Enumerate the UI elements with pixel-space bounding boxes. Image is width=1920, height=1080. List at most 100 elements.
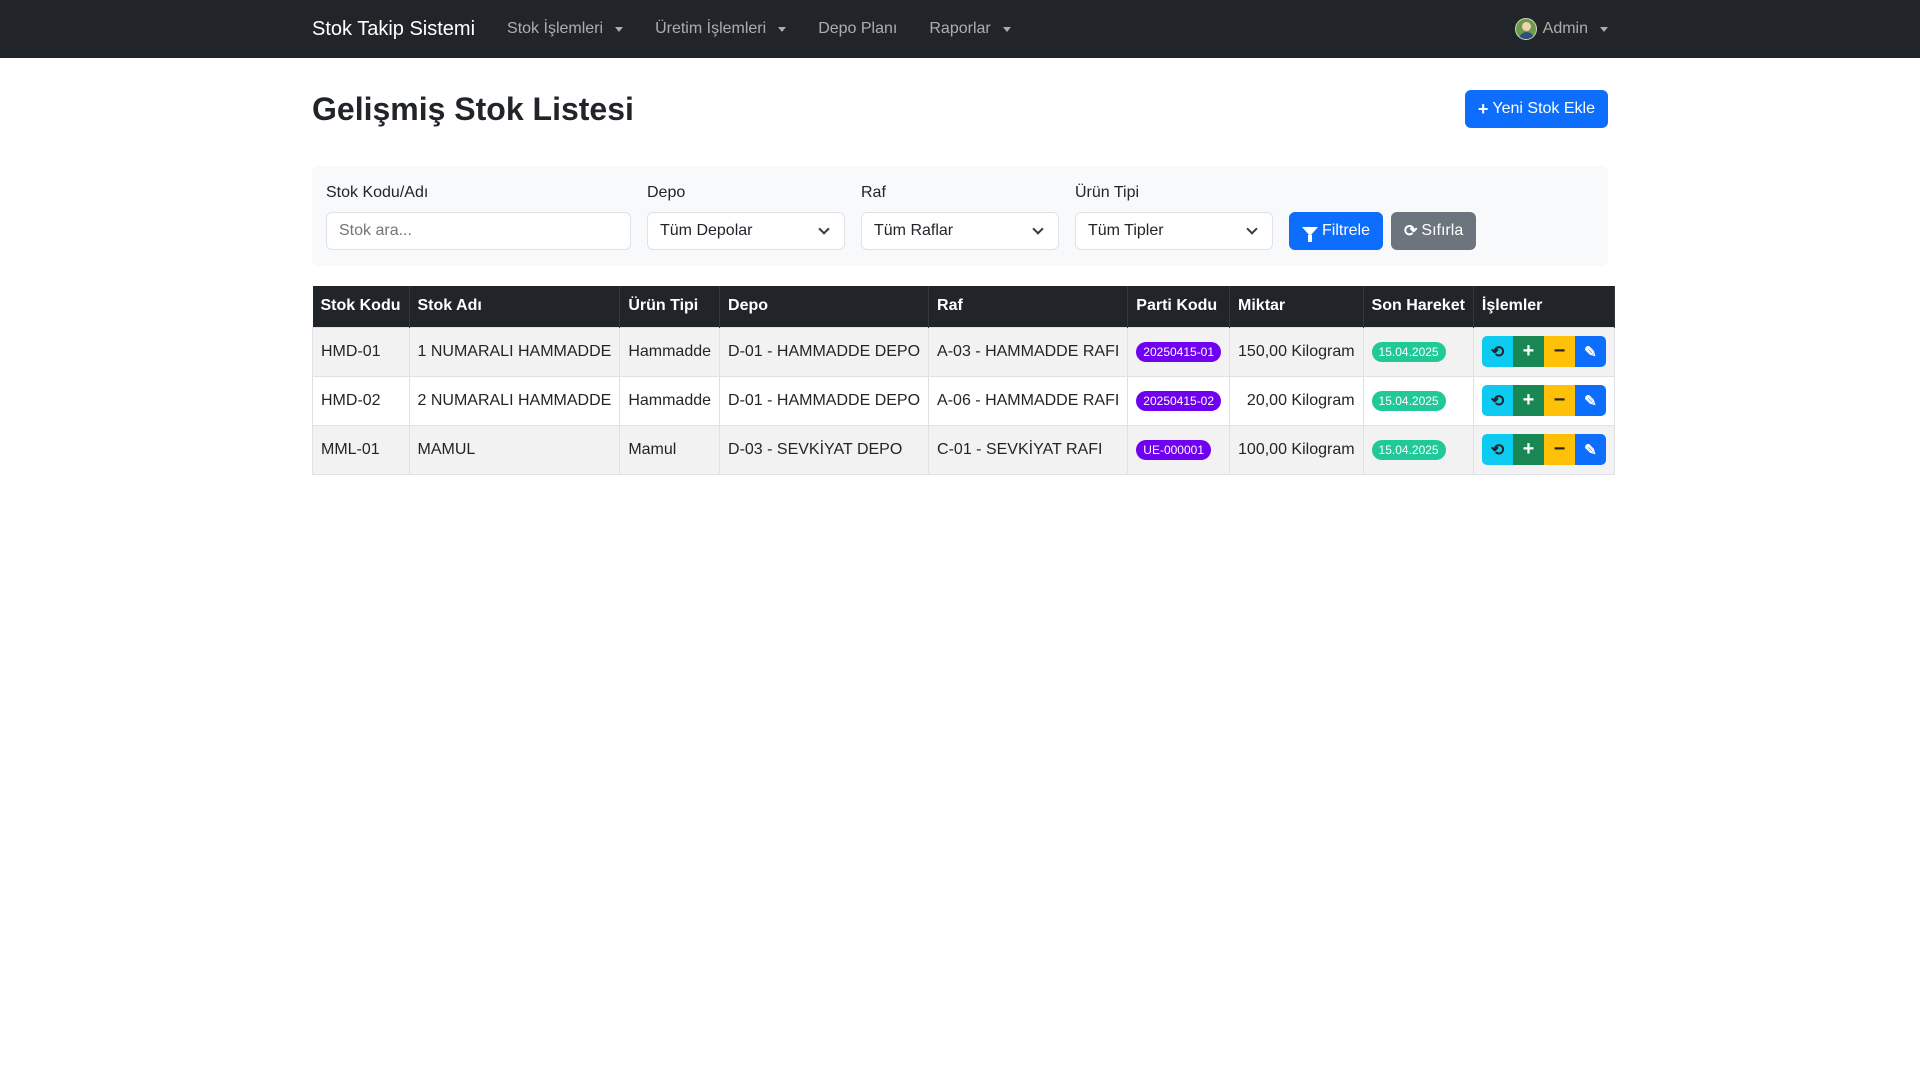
history-icon: ⟲ xyxy=(1490,392,1505,410)
history-icon: ⟲ xyxy=(1490,343,1505,361)
plus-icon: + xyxy=(1522,340,1535,362)
table-header-row: Stok Kodu Stok Adı Ürün Tipi Depo Raf Pa… xyxy=(312,286,1615,327)
nav-stok-islemleri[interactable]: Stok İşlemleri xyxy=(507,20,624,38)
depot-select-value: Tüm Depolar xyxy=(660,222,753,239)
edit-button[interactable]: ✎ xyxy=(1574,385,1606,416)
stock-in-button[interactable]: + xyxy=(1512,336,1544,367)
reset-button-label: Sıfırla xyxy=(1421,222,1464,239)
depot-filter-group: Depo Tüm Depolar xyxy=(647,184,845,250)
nav-depo-plani[interactable]: Depo Planı xyxy=(818,20,897,38)
history-button[interactable]: ⟲ xyxy=(1481,385,1513,416)
date-badge: 15.04.2025 xyxy=(1371,439,1446,460)
edit-icon: ✎ xyxy=(1584,392,1597,410)
cell-depot: D-01 - HAMMADDE DEPO xyxy=(719,326,930,377)
column-header: Ürün Tipi xyxy=(619,286,721,327)
cell-batch: 20250415-01 xyxy=(1127,326,1231,377)
cell-actions: ⟲ + − ✎ xyxy=(1472,424,1615,475)
filter-button-label: Filtrele xyxy=(1322,222,1371,239)
table-row: HMD-02 2 NUMARALI HAMMADDE Hammadde D-01… xyxy=(312,375,1615,426)
navbar: Stok Takip Sistemi Stok İşlemleri Üretim… xyxy=(0,0,1920,58)
chevron-down-icon xyxy=(818,223,830,235)
type-select[interactable]: Tüm Tipler xyxy=(1075,212,1273,250)
main-container: Gelişmiş Stok Listesi + Yeni Stok Ekle S… xyxy=(312,82,1615,475)
cell-stock-code: MML-01 xyxy=(312,424,410,475)
brand-link[interactable]: Stok Takip Sistemi xyxy=(312,18,475,41)
cell-stock-name: MAMUL xyxy=(408,424,621,475)
page-title: Gelişmiş Stok Listesi xyxy=(312,90,634,127)
caret-down-icon xyxy=(615,26,624,32)
edit-icon: ✎ xyxy=(1584,343,1597,361)
type-filter-group: Ürün Tipi Tüm Tipler xyxy=(1075,184,1273,250)
shelf-select-value: Tüm Raflar xyxy=(874,222,954,239)
history-button[interactable]: ⟲ xyxy=(1481,434,1513,465)
plus-icon: + xyxy=(1522,438,1535,460)
column-header: Stok Adı xyxy=(409,286,621,327)
stock-in-button[interactable]: + xyxy=(1512,434,1544,465)
type-filter-label: Ürün Tipi xyxy=(1075,184,1140,201)
cell-last-move: 15.04.2025 xyxy=(1362,375,1474,426)
plus-icon: + xyxy=(1477,98,1489,119)
stock-in-button[interactable]: + xyxy=(1512,385,1544,416)
nav-uretim-islemleri[interactable]: Üretim İşlemleri xyxy=(655,20,787,38)
batch-badge: 20250415-01 xyxy=(1136,341,1222,362)
add-stock-button[interactable]: + Yeni Stok Ekle xyxy=(1464,90,1608,128)
stock-table: Stok Kodu Stok Adı Ürün Tipi Depo Raf Pa… xyxy=(312,286,1615,475)
action-group: ⟲ + − ✎ xyxy=(1481,385,1606,416)
nav-item-label: Depo Planı xyxy=(818,20,898,37)
cell-product-type: Hammadde xyxy=(619,326,721,377)
avatar xyxy=(1514,18,1537,40)
filter-button[interactable]: Filtrele xyxy=(1289,212,1384,250)
depot-select[interactable]: Tüm Depolar xyxy=(647,212,845,250)
caret-down-icon xyxy=(778,26,787,32)
cell-shelf: C-01 - SEVKİYAT RAFI xyxy=(928,424,1129,475)
nav-item-label: Üretim İşlemleri xyxy=(655,20,767,37)
refresh-icon: ⟳ xyxy=(1404,223,1418,240)
stock-out-button[interactable]: − xyxy=(1543,434,1575,465)
cell-batch: UE-000001 xyxy=(1127,424,1231,475)
stock-out-button[interactable]: − xyxy=(1543,336,1575,367)
batch-badge: UE-000001 xyxy=(1136,439,1212,460)
history-button[interactable]: ⟲ xyxy=(1481,336,1513,367)
shelf-filter-label: Raf xyxy=(861,184,886,201)
column-header: Son Hareket xyxy=(1363,286,1474,327)
action-group: ⟲ + − ✎ xyxy=(1481,434,1606,465)
cell-stock-code: HMD-01 xyxy=(312,326,410,377)
minus-icon: − xyxy=(1553,438,1566,460)
cell-quantity: 20,00 Kilogram xyxy=(1229,375,1364,426)
cell-actions: ⟲ + − ✎ xyxy=(1472,326,1615,377)
table-row: MML-01 MAMUL Mamul D-03 - SEVKİYAT DEPO … xyxy=(312,424,1615,475)
column-header: İşlemler xyxy=(1473,286,1615,327)
cell-shelf: A-06 - HAMMADDE RAFI xyxy=(928,375,1129,426)
user-name: Admin xyxy=(1542,20,1588,37)
depot-filter-label: Depo xyxy=(647,184,686,201)
edit-button[interactable]: ✎ xyxy=(1574,336,1606,367)
chevron-down-icon xyxy=(1032,223,1044,235)
cell-stock-code: HMD-02 xyxy=(312,375,410,426)
date-badge: 15.04.2025 xyxy=(1371,390,1446,411)
column-header: Stok Kodu xyxy=(312,286,410,327)
filter-panel: Stok Kodu/Adı Depo Tüm Depolar Raf Tüm R… xyxy=(312,166,1608,266)
shelf-select[interactable]: Tüm Raflar xyxy=(861,212,1059,250)
history-icon: ⟲ xyxy=(1490,441,1505,459)
stock-filter-group: Stok Kodu/Adı xyxy=(326,184,631,250)
batch-badge: 20250415-02 xyxy=(1136,390,1222,411)
date-badge: 15.04.2025 xyxy=(1371,341,1446,362)
stock-out-button[interactable]: − xyxy=(1543,385,1575,416)
cell-depot: D-03 - SEVKİYAT DEPO xyxy=(719,424,930,475)
stock-search-input[interactable] xyxy=(326,212,631,250)
edit-button[interactable]: ✎ xyxy=(1574,434,1606,465)
chevron-down-icon xyxy=(1246,223,1258,235)
minus-icon: − xyxy=(1553,389,1566,411)
cell-last-move: 15.04.2025 xyxy=(1362,424,1474,475)
user-menu[interactable]: Admin xyxy=(1514,18,1608,40)
cell-batch: 20250415-02 xyxy=(1127,375,1231,426)
reset-button[interactable]: ⟳ Sıfırla xyxy=(1391,212,1477,250)
table-row: HMD-01 1 NUMARALI HAMMADDE Hammadde D-01… xyxy=(312,326,1615,377)
column-header: Raf xyxy=(928,286,1129,327)
nav-raporlar[interactable]: Raporlar xyxy=(929,20,1011,38)
nav-item-label: Raporlar xyxy=(929,20,991,37)
cell-actions: ⟲ + − ✎ xyxy=(1472,375,1615,426)
cell-quantity: 150,00 Kilogram xyxy=(1229,326,1364,377)
cell-stock-name: 1 NUMARALI HAMMADDE xyxy=(408,326,621,377)
column-header: Parti Kodu xyxy=(1127,286,1231,327)
